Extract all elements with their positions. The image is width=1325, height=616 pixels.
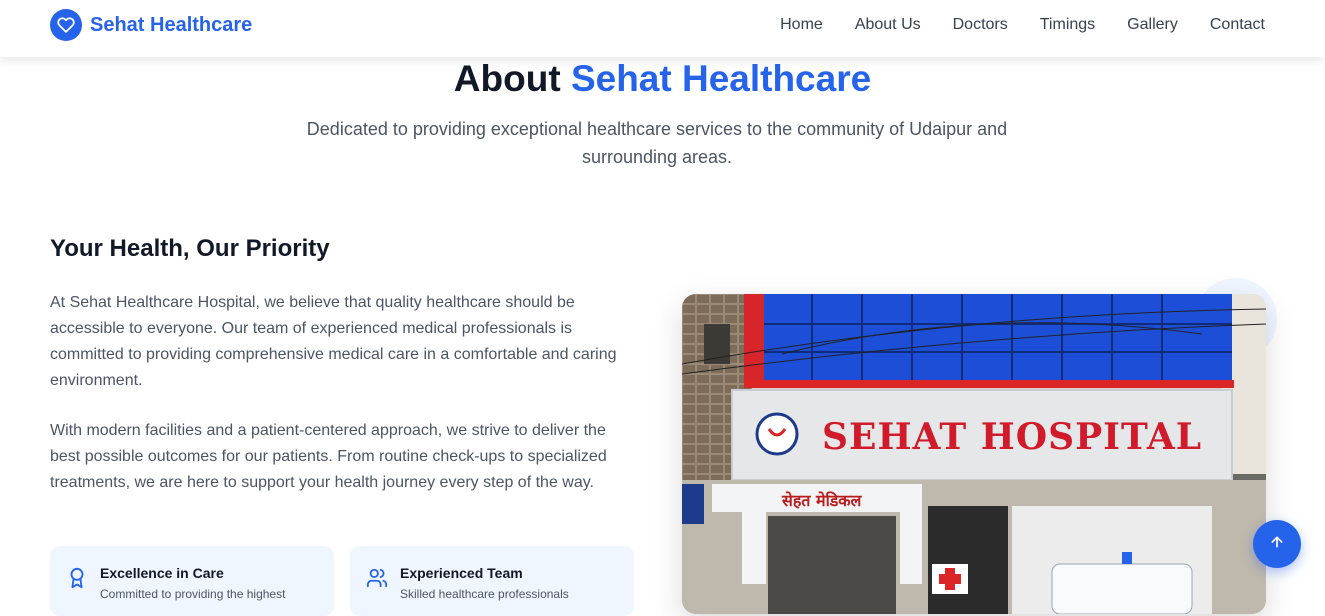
hospital-photo: SEHAT HOSPITAL सेहत मेडिकल	[682, 294, 1266, 614]
nav-link-doctors[interactable]: Doctors	[953, 16, 1008, 34]
brand-name: Sehat Healthcare	[90, 13, 253, 36]
feature-description: Skilled healthcare professionals	[400, 587, 569, 601]
feature-title: Excellence in Care	[100, 565, 224, 581]
title-accent: Sehat Healthcare	[570, 58, 872, 99]
heart-icon	[50, 9, 82, 41]
nav-link-home[interactable]: Home	[780, 16, 823, 34]
feature-card-excellence: Excellence in Care Committed to providin…	[50, 546, 334, 616]
arrow-up-icon	[1269, 534, 1285, 555]
feature-title: Experienced Team	[400, 565, 523, 581]
users-icon	[366, 567, 388, 589]
award-icon	[66, 567, 88, 589]
about-paragraph-2: With modern facilities and a patient-cen…	[50, 422, 607, 491]
nav-link-gallery[interactable]: Gallery	[1127, 16, 1178, 34]
navbar: Sehat Healthcare Home About Us Doctors T…	[0, 0, 1325, 57]
nav-link-contact[interactable]: Contact	[1210, 16, 1265, 34]
section-heading: Your Health, Our Priority	[50, 235, 330, 262]
page-title: About Sehat Healthcare	[0, 58, 1325, 100]
sign-text: SEHAT HOSPITAL	[822, 416, 1202, 458]
page-subtitle: Dedicated to providing exceptional healt…	[306, 119, 1008, 167]
nav-link-about[interactable]: About Us	[855, 16, 921, 34]
scroll-to-top-button[interactable]	[1253, 520, 1301, 568]
about-paragraph-1: At Sehat Healthcare Hospital, we believe…	[50, 294, 617, 389]
brand-logo[interactable]: Sehat Healthcare	[50, 9, 252, 41]
board-text: सेहत मेडिकल	[781, 491, 863, 510]
nav-link-timings[interactable]: Timings	[1040, 16, 1095, 34]
title-prefix: About	[453, 58, 561, 99]
feature-card-team: Experienced Team Skilled healthcare prof…	[350, 546, 634, 616]
feature-description: Committed to providing the highest	[100, 587, 286, 601]
nav-menu: Home About Us Doctors Timings Gallery Co…	[780, 16, 1265, 34]
